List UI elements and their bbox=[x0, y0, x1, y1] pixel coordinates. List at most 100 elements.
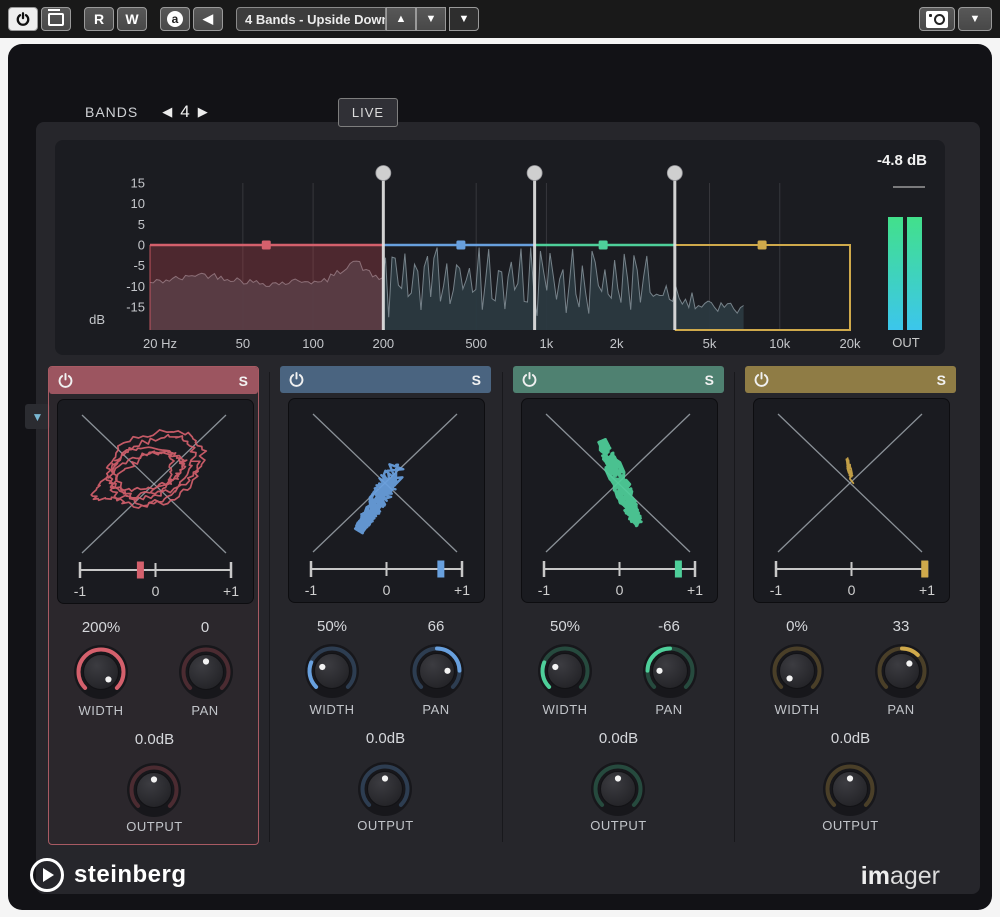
crossover-handle bbox=[376, 166, 391, 181]
read-automation-button[interactable]: R bbox=[84, 7, 114, 31]
chevron-down-icon: ▼ bbox=[459, 14, 470, 25]
band-power-icon[interactable] bbox=[521, 371, 538, 388]
band-power-icon[interactable] bbox=[753, 371, 770, 388]
band-solo-button[interactable]: S bbox=[472, 372, 481, 388]
bands-count: 4 bbox=[178, 102, 191, 122]
scope-trace bbox=[599, 440, 641, 526]
output-knob[interactable] bbox=[354, 758, 416, 820]
bypass-button[interactable] bbox=[41, 7, 71, 31]
output-label: OUTPUT bbox=[49, 819, 260, 835]
band-power-icon[interactable] bbox=[288, 371, 305, 388]
vectorscope-svg: -10+1 bbox=[58, 400, 253, 603]
output-label: OUTPUT bbox=[745, 818, 956, 834]
svg-text:50: 50 bbox=[236, 336, 250, 351]
svg-text:20 Hz: 20 Hz bbox=[143, 336, 177, 351]
column-divider bbox=[502, 372, 503, 842]
svg-text:+1: +1 bbox=[919, 582, 935, 598]
out-meter-left bbox=[888, 217, 903, 330]
band-header[interactable]: S bbox=[745, 366, 956, 393]
svg-text:1k: 1k bbox=[540, 336, 554, 351]
crossover-handle bbox=[667, 166, 682, 181]
svg-text:0: 0 bbox=[152, 583, 160, 599]
bands-decrease-button[interactable]: ◀ bbox=[156, 104, 178, 120]
width-knob[interactable] bbox=[534, 640, 596, 702]
band-vectorscope: -10+1 bbox=[753, 398, 950, 603]
output-knob[interactable] bbox=[819, 758, 881, 820]
output-value: 0.0dB bbox=[280, 730, 491, 750]
steinberg-brand: steinberg bbox=[30, 858, 187, 892]
correlation-marker bbox=[437, 561, 444, 578]
crossover-handle bbox=[527, 166, 542, 181]
output-knob[interactable] bbox=[123, 759, 185, 821]
output-label: OUTPUT bbox=[513, 818, 724, 834]
svg-text:-10: -10 bbox=[126, 279, 145, 294]
band-vectorscope: -10+1 bbox=[57, 399, 254, 604]
band-solo-button[interactable]: S bbox=[937, 372, 946, 388]
svg-text:-1: -1 bbox=[770, 582, 783, 598]
preset-menu-button[interactable]: ▼ bbox=[449, 7, 479, 31]
a-setting-icon: a bbox=[167, 11, 183, 27]
vectorscope-svg: -10+1 bbox=[289, 399, 484, 602]
pan-label: PAN bbox=[153, 703, 257, 719]
plugin-power-button[interactable] bbox=[8, 7, 38, 31]
live-button[interactable]: LIVE bbox=[338, 98, 398, 127]
width-value: 200% bbox=[49, 619, 153, 639]
band-column-4: S -10+1 0% 33 WIDTH PAN 0.0dB OUTPUT bbox=[745, 366, 956, 845]
svg-text:-4.8 dB: -4.8 dB bbox=[877, 152, 927, 169]
width-label: WIDTH bbox=[280, 702, 384, 718]
svg-text:20k: 20k bbox=[840, 336, 861, 351]
svg-text:200: 200 bbox=[372, 336, 394, 351]
output-knob[interactable] bbox=[587, 758, 649, 820]
svg-text:dB: dB bbox=[89, 312, 105, 327]
correlation-marker bbox=[137, 562, 144, 579]
out-meter-right bbox=[907, 217, 922, 330]
column-divider bbox=[269, 372, 270, 842]
svg-text:OUT: OUT bbox=[892, 335, 920, 350]
pan-knob[interactable] bbox=[406, 640, 468, 702]
scope-trace bbox=[91, 430, 206, 508]
band-column-3: S -10+1 50% -66 WIDTH PAN 0.0dB OUTPUT bbox=[513, 366, 724, 845]
svg-text:-1: -1 bbox=[74, 583, 87, 599]
function-menu-button[interactable]: ▼ bbox=[958, 7, 992, 31]
output-value: 0.0dB bbox=[513, 730, 724, 750]
camera-icon bbox=[926, 11, 948, 28]
snapshot-button[interactable] bbox=[919, 7, 955, 31]
previous-preset-button[interactable]: ▲︎ bbox=[386, 7, 416, 31]
write-automation-button[interactable]: W bbox=[117, 7, 147, 31]
width-knob[interactable] bbox=[70, 641, 132, 703]
width-label: WIDTH bbox=[513, 702, 617, 718]
svg-text:10k: 10k bbox=[769, 336, 790, 351]
collapse-bands-button[interactable]: ▼ bbox=[25, 404, 50, 429]
pan-knob[interactable] bbox=[175, 641, 237, 703]
ab-compare-button[interactable]: a bbox=[160, 7, 190, 31]
band-header[interactable]: S bbox=[49, 367, 258, 394]
svg-text:+1: +1 bbox=[687, 582, 703, 598]
next-preset-button[interactable]: ▼︎ bbox=[416, 7, 446, 31]
band-header[interactable]: S bbox=[513, 366, 724, 393]
next-preset-icon: ▼︎ bbox=[426, 14, 437, 25]
pan-label: PAN bbox=[849, 702, 953, 718]
band-column-1: S -10+1 200% 0 WIDTH PAN 0.0dB OUTPUT bbox=[48, 366, 259, 845]
width-knob[interactable] bbox=[301, 640, 363, 702]
pan-knob[interactable] bbox=[639, 640, 701, 702]
prev-preset-icon: ▲︎ bbox=[396, 14, 407, 25]
band-solo-button[interactable]: S bbox=[705, 372, 714, 388]
preset-selector[interactable]: 4 Bands - Upside Down bbox=[236, 7, 386, 31]
width-knob[interactable] bbox=[766, 640, 828, 702]
pan-knob[interactable] bbox=[871, 640, 933, 702]
copy-ab-button[interactable]: ◀ bbox=[193, 7, 223, 31]
spectrum-display[interactable]: 151050-5-10-15dB20 Hz501002005001k2k5k10… bbox=[55, 140, 945, 355]
spectrum-svg[interactable]: 151050-5-10-15dB20 Hz501002005001k2k5k10… bbox=[55, 140, 945, 355]
band-gain-handle bbox=[758, 241, 767, 250]
band-vectorscope: -10+1 bbox=[521, 398, 718, 603]
scope-trace bbox=[355, 464, 403, 533]
vectorscope-svg: -10+1 bbox=[754, 399, 949, 602]
svg-text:0: 0 bbox=[616, 582, 624, 598]
band-power-icon[interactable] bbox=[57, 372, 74, 389]
pan-value: 33 bbox=[849, 618, 953, 638]
width-label: WIDTH bbox=[745, 702, 849, 718]
brand-name: steinberg bbox=[74, 861, 187, 889]
band-header[interactable]: S bbox=[280, 366, 491, 393]
bands-increase-button[interactable]: ▶ bbox=[192, 104, 214, 120]
band-solo-button[interactable]: S bbox=[239, 373, 248, 389]
